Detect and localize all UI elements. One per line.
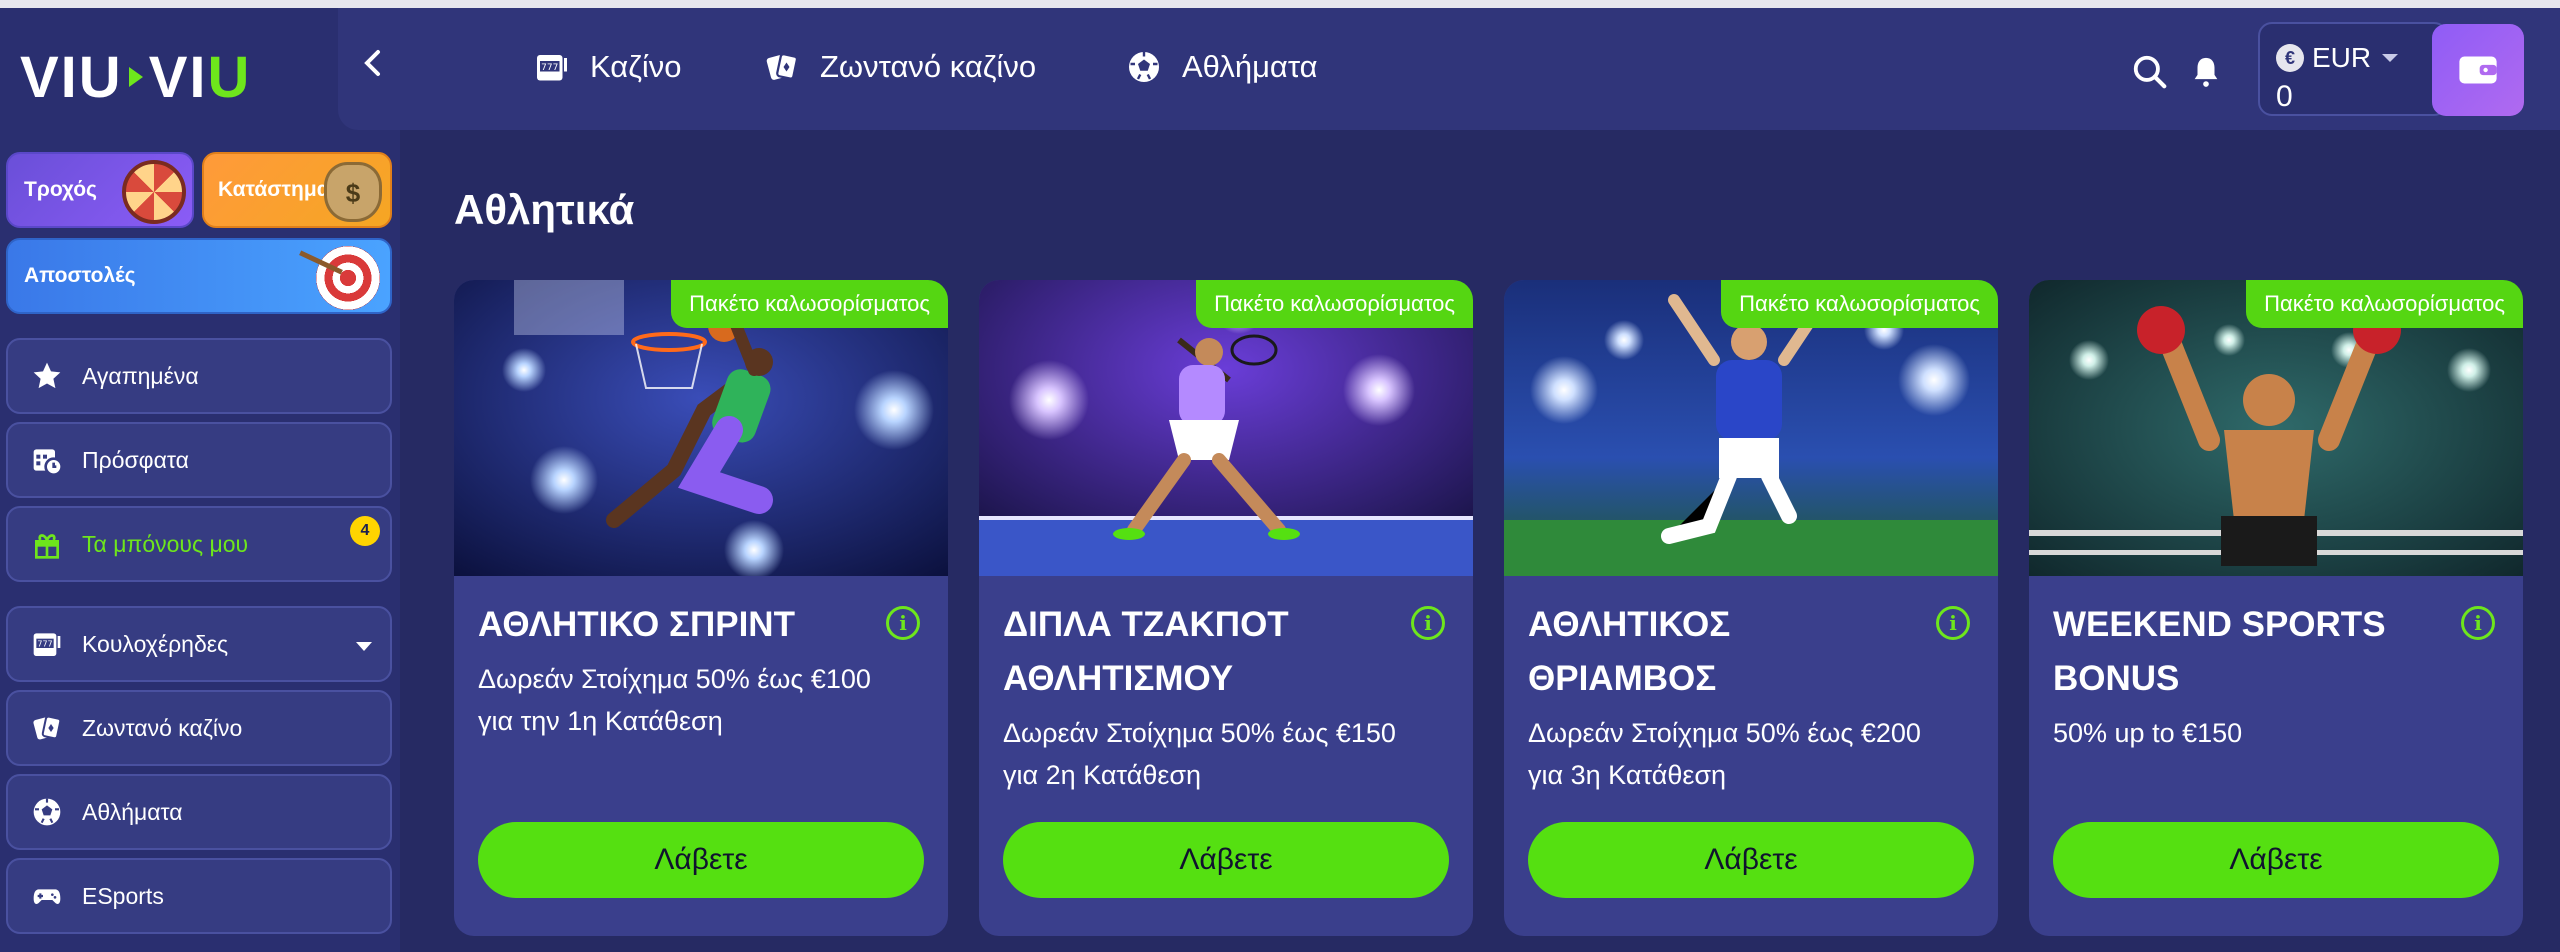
bonus-card: Πακέτο καλωσορίσματος ΔΙΠΛΑ ΤΖΑΚΠΟΤ ΑΘΛΗ… [979, 280, 1473, 936]
welcome-package-tag: Πακέτο καλωσορίσματος [671, 280, 948, 328]
sidebar-item-label: Κουλοχέρηδες [82, 630, 229, 657]
money-bag-icon: $ [324, 162, 382, 222]
balance-display[interactable]: € EUR 0 [2258, 22, 2448, 116]
collapse-sidebar-button[interactable] [348, 38, 398, 88]
sidebar-item-esports[interactable]: ESports [6, 858, 392, 934]
sidebar-item-slots[interactable]: 777 Κουλοχέρηδες [6, 606, 392, 682]
calendar-clock-icon [30, 443, 64, 477]
sidebar-item-my-bonuses[interactable]: Τα μπόνους μου 4 [6, 506, 392, 582]
card-title: ΑΘΛΗΤΙΚΟ ΣΠΡΙΝΤ [478, 605, 795, 644]
bonus-count-badge: 4 [350, 516, 380, 546]
topnav-label: Ζωντανό καζίνο [820, 49, 1037, 84]
topnav-live-casino[interactable]: Ζωντανό καζίνο [762, 42, 1036, 92]
bonus-card: Πακέτο καλωσορίσματος ΑΘΛΗΤΙΚΟ ΣΠΡΙΝΤ i … [454, 280, 948, 936]
promo-wheel-label: Τροχός [24, 178, 97, 201]
logo-text-accent: U [207, 44, 252, 110]
notifications-button[interactable] [2184, 50, 2228, 94]
sidebar-item-favorites[interactable]: Αγαπημένα [6, 338, 392, 414]
wallet-button[interactable] [2432, 24, 2524, 116]
info-icon[interactable]: i [2461, 606, 2495, 640]
info-icon[interactable]: i [886, 606, 920, 640]
cards-icon [762, 47, 802, 87]
logo-play-glyph [128, 67, 143, 87]
topnav-casino[interactable]: 777 Καζίνο [532, 42, 682, 92]
gamepad-icon [30, 879, 64, 913]
star-icon [30, 359, 64, 393]
promo-wheel-button[interactable]: Τροχός [6, 152, 194, 228]
bell-icon [2194, 57, 2218, 87]
claim-button[interactable]: Λάβετε [1003, 822, 1449, 898]
sidebar-item-label: Τα μπόνους μου [82, 530, 249, 557]
sidebar-item-label: ESports [82, 882, 164, 909]
card-description: Δωρεάν Στοίχημα 50% έως €150 για 2η Κατά… [1003, 718, 1396, 790]
card-title: WEEKEND SPORTS BONUS [2053, 605, 2386, 698]
sidebar-item-label: Αθλήματα [82, 798, 183, 825]
fortune-wheel-icon [122, 160, 186, 224]
sidebar-item-label: Ζωντανό καζίνο [82, 714, 243, 741]
promo-shop-button[interactable]: Κατάστημα $ [202, 152, 392, 228]
welcome-package-tag: Πακέτο καλωσορίσματος [1196, 280, 1473, 328]
welcome-package-tag: Πακέτο καλωσορίσματος [2246, 280, 2523, 328]
promo-missions-button[interactable]: Αποστολές [6, 238, 392, 314]
search-icon [2133, 55, 2167, 89]
logo-text-left: VIU [20, 44, 123, 110]
sidebar-item-recent[interactable]: Πρόσφατα [6, 422, 392, 498]
card-description: 50% up to €150 [2053, 718, 2243, 748]
claim-button[interactable]: Λάβετε [478, 822, 924, 898]
page-title: Αθλητικά [454, 186, 635, 233]
top-header: 777 Καζίνο Ζωντανό καζίνο Αθλήματα € EUR… [338, 8, 2560, 130]
logo-text-right: VI [148, 44, 208, 110]
card-title: ΑΘΛΗΤΙΚΟΣ ΘΡΙΑΜΒΟΣ [1528, 605, 1731, 698]
welcome-package-tag: Πακέτο καλωσορίσματος [1721, 280, 1998, 328]
topnav-label: Καζίνο [590, 49, 682, 84]
sidebar-item-live-casino[interactable]: Ζωντανό καζίνο [6, 690, 392, 766]
chevron-down-icon[interactable] [356, 642, 372, 651]
bonus-card: Πακέτο καλωσορίσματος WEEKEND SPORTS BON… [2029, 280, 2523, 936]
gift-icon [30, 527, 64, 561]
claim-button[interactable]: Λάβετε [1528, 822, 1974, 898]
football-icon [30, 795, 64, 829]
svg-text:777: 777 [541, 63, 558, 73]
slot-machine-icon: 777 [532, 47, 572, 87]
promo-missions-label: Αποστολές [24, 264, 136, 287]
search-button[interactable] [2128, 50, 2172, 94]
card-description: Δωρεάν Στοίχημα 50% έως €200 για 3η Κατά… [1528, 718, 1921, 790]
football-icon [1124, 47, 1164, 87]
browser-top-strip [0, 0, 2560, 8]
claim-button[interactable]: Λάβετε [2053, 822, 2499, 898]
bonus-card: Πακέτο καλωσορίσματος ΑΘΛΗΤΙΚΟΣ ΘΡΙΑΜΒΟΣ… [1504, 280, 1998, 936]
promo-shop-label: Κατάστημα [218, 178, 330, 201]
slot-machine-icon: 777 [30, 627, 64, 661]
chevron-left-icon [364, 50, 380, 76]
target-icon [316, 246, 380, 310]
card-description: Δωρεάν Στοίχημα 50% έως €100 για την 1η … [478, 664, 871, 736]
topnav-sports[interactable]: Αθλήματα [1124, 42, 1318, 92]
chevron-down-icon [2382, 54, 2398, 62]
brand-logo[interactable]: VIU VI U [20, 42, 251, 112]
info-icon[interactable]: i [1936, 606, 1970, 640]
info-icon[interactable]: i [1411, 606, 1445, 640]
sidebar-item-label: Αγαπημένα [82, 362, 199, 389]
balance-amount: 0 [2276, 80, 2293, 113]
cards-icon [30, 711, 64, 745]
sidebar-item-sports[interactable]: Αθλήματα [6, 774, 392, 850]
topnav-label: Αθλήματα [1182, 49, 1318, 84]
wallet-icon [2459, 56, 2497, 84]
euro-icon: € [2276, 44, 2304, 72]
card-title: ΔΙΠΛΑ ΤΖΑΚΠΟΤ ΑΘΛΗΤΙΣΜΟΥ [1003, 605, 1289, 698]
svg-text:777: 777 [37, 640, 52, 649]
currency-select[interactable]: EUR [2312, 42, 2371, 74]
sidebar-item-label: Πρόσφατα [82, 446, 189, 473]
